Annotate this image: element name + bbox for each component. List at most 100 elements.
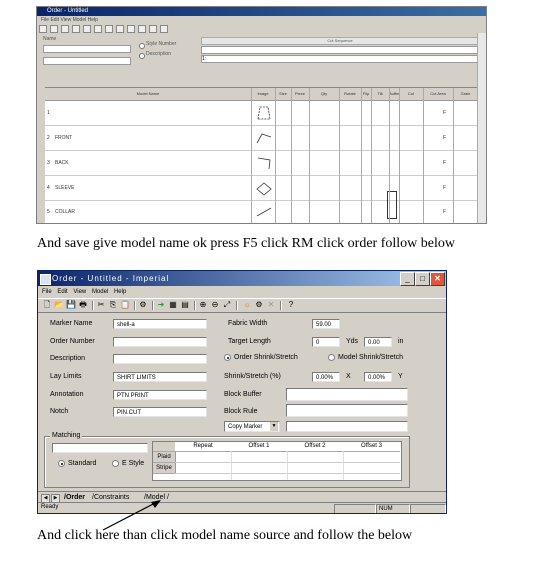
- matching-table[interactable]: Repeat Offset 1 Offset 2 Offset 3 Plaid …: [152, 441, 402, 481]
- status-num: NUM: [376, 504, 410, 513]
- annotation-input[interactable]: PTN PRINT: [113, 390, 207, 400]
- grid-header-grain: Grain: [453, 88, 479, 101]
- e-style-radio[interactable]: [112, 460, 119, 467]
- shrink-y-input[interactable]: 0.00%: [364, 372, 392, 382]
- table-row[interactable]: 4 SLEEVE F: [45, 176, 486, 201]
- fabric-width-input[interactable]: 59.00: [312, 319, 340, 329]
- marker-name-label: Marker Name: [50, 320, 93, 327]
- maximize-button[interactable]: □: [415, 272, 430, 286]
- paste-icon[interactable]: 📋: [120, 300, 130, 310]
- tool-icon[interactable]: [105, 25, 113, 33]
- copy-marker-select[interactable]: Copy Marker ▼: [224, 421, 280, 432]
- name-input-2[interactable]: [43, 57, 131, 65]
- menu-file[interactable]: File: [42, 287, 52, 297]
- new-icon[interactable]: 🗋: [42, 300, 52, 310]
- tool-icon[interactable]: [72, 25, 80, 33]
- desc-radio-label: Description: [146, 51, 172, 57]
- target-length-yds-input[interactable]: 0: [312, 337, 340, 347]
- grid-header-piece: Piece: [291, 88, 310, 101]
- copy-marker-input[interactable]: [286, 421, 408, 432]
- tool-icon[interactable]: [83, 25, 91, 33]
- tool-icon[interactable]: [127, 25, 135, 33]
- standard-radio[interactable]: [58, 460, 65, 467]
- piece-thumbnail-icon: [256, 133, 272, 144]
- close-button[interactable]: ✕: [430, 272, 445, 286]
- cut-sequence-input[interactable]: [201, 46, 479, 54]
- row-plaid[interactable]: Plaid: [153, 452, 176, 463]
- tool-icon[interactable]: [61, 25, 69, 33]
- name-input[interactable]: [43, 45, 131, 53]
- menu-model[interactable]: Model: [92, 287, 108, 297]
- tool-icon[interactable]: [39, 25, 47, 33]
- copy-icon[interactable]: ⎘: [108, 300, 118, 310]
- order-number-input[interactable]: [113, 337, 207, 347]
- block-buffer-input[interactable]: [286, 388, 408, 401]
- tool-icon[interactable]: [160, 25, 168, 33]
- col-repeat: Repeat: [175, 442, 232, 452]
- name-label: Name: [43, 36, 57, 42]
- block-rule-input[interactable]: [286, 404, 408, 417]
- tool-icon[interactable]: [94, 25, 102, 33]
- order-shrink-label: Order Shrink/Stretch: [234, 354, 298, 361]
- grid-header-cut: Cut: [399, 88, 424, 101]
- table-row[interactable]: 5 COLLAR F: [45, 191, 486, 223]
- table-row[interactable]: 2 FRONT F: [45, 126, 486, 151]
- status-cell-empty-2: [410, 504, 446, 513]
- menu-edit[interactable]: Edit: [57, 287, 67, 297]
- tab-order[interactable]: /Order: [64, 493, 85, 502]
- grid-header-cut-area: Cut Area: [423, 88, 454, 101]
- grid-header-qty: Qty: [309, 88, 340, 101]
- table-row[interactable]: 3 BACK F: [45, 151, 486, 176]
- marker-name-input[interactable]: shell-a: [113, 319, 207, 329]
- info-icon[interactable]: ☼: [242, 300, 252, 310]
- open-icon[interactable]: 📂: [54, 300, 64, 310]
- table-row[interactable]: 1 F: [45, 101, 486, 126]
- help-icon[interactable]: ?: [286, 300, 296, 310]
- save-icon[interactable]: 💾: [66, 300, 76, 310]
- fit-icon[interactable]: ⤢: [222, 300, 232, 310]
- y-label: Y: [398, 373, 403, 380]
- row-stripe[interactable]: Stripe: [153, 463, 176, 474]
- menu-view[interactable]: View: [73, 287, 86, 297]
- tool-icon[interactable]: [138, 25, 146, 33]
- settings-icon[interactable]: ⚙: [254, 300, 264, 310]
- top-grid[interactable]: Model Name Image Size Piece Qty Rotate F…: [45, 87, 486, 223]
- window-title: Order - Untitled - Imperial: [52, 274, 170, 283]
- tool-icon[interactable]: [149, 25, 157, 33]
- vertical-scrollbar[interactable]: [477, 33, 486, 223]
- notch-input[interactable]: PIN.CUT: [113, 407, 207, 417]
- shrink-x-input[interactable]: 0.00%: [312, 372, 340, 382]
- menu-help[interactable]: Help: [114, 287, 126, 297]
- notch-label: Notch: [50, 408, 69, 415]
- view-icon[interactable]: ▤: [180, 300, 190, 310]
- chevron-down-icon[interactable]: ▼: [270, 422, 278, 431]
- yds-label: Yds: [346, 338, 359, 345]
- marker-number-input[interactable]: 1:: [201, 55, 479, 63]
- grid-icon[interactable]: ▦: [168, 300, 178, 310]
- matching-group-label: Matching: [50, 432, 83, 439]
- tool-icon[interactable]: [50, 25, 58, 33]
- order-window: Order - Untitled - Imperial _ □ ✕ File E…: [37, 270, 447, 514]
- top-form: Name Style Number Description Cut Sequen…: [37, 35, 486, 87]
- top-toolbar[interactable]: [37, 24, 486, 33]
- description-input[interactable]: [113, 354, 207, 364]
- top-menubar[interactable]: File Edit View Model Help: [37, 16, 486, 24]
- lay-limits-input[interactable]: SHIRT LIMITS: [113, 372, 207, 382]
- cut-icon[interactable]: ✂: [96, 300, 106, 310]
- model-icon[interactable]: ⚙: [138, 300, 148, 310]
- desc-radio[interactable]: [139, 53, 145, 59]
- title-bar[interactable]: Order - Untitled - Imperial _ □ ✕: [38, 271, 446, 286]
- minimize-button[interactable]: _: [400, 272, 415, 286]
- print-icon[interactable]: 🖶: [78, 300, 88, 310]
- zoom-out-icon[interactable]: ⊖: [210, 300, 220, 310]
- zoom-in-icon[interactable]: ⊕: [198, 300, 208, 310]
- tool-icon[interactable]: [116, 25, 124, 33]
- order-shrink-radio[interactable]: [224, 354, 231, 361]
- disabled-icon[interactable]: ✕: [266, 300, 276, 310]
- e-style-radio-label: E Style: [122, 460, 145, 467]
- style-radio[interactable]: [139, 43, 145, 49]
- run-icon[interactable]: ➜: [156, 300, 166, 310]
- matching-input[interactable]: [52, 443, 148, 453]
- target-length-in-input[interactable]: 0.00: [364, 337, 392, 347]
- model-shrink-radio[interactable]: [328, 354, 335, 361]
